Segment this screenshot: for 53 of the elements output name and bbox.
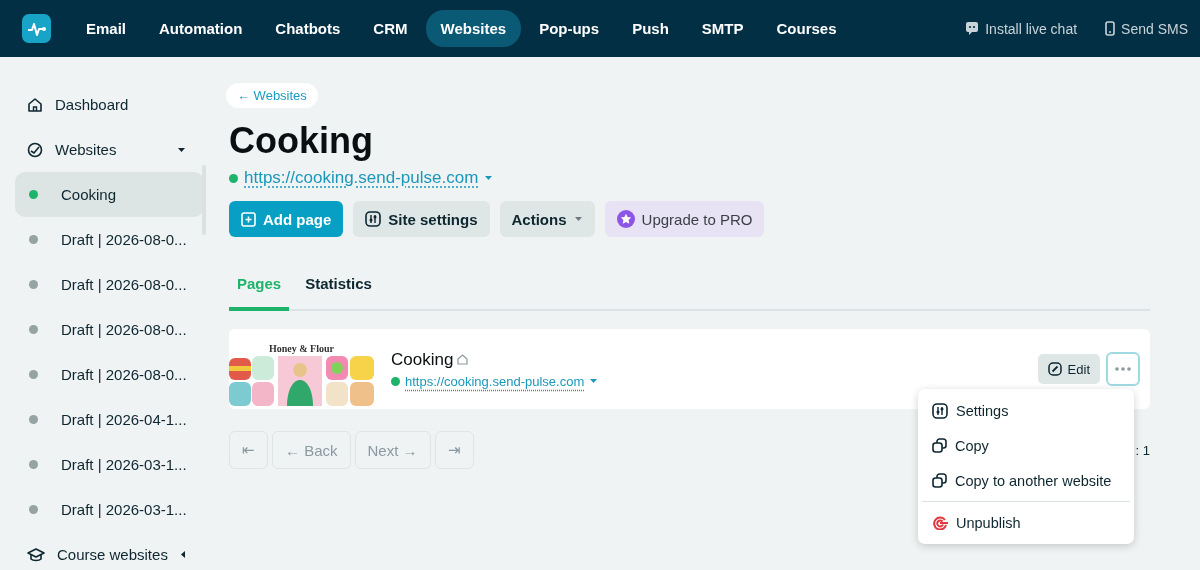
sidebar-item[interactable]: Draft | 2026-04-1...: [15, 397, 204, 442]
sidebar-item[interactable]: Draft | 2026-08-0...: [15, 352, 204, 397]
tab[interactable]: Statistics: [297, 267, 380, 311]
nav-tab[interactable]: Pop-ups: [524, 10, 615, 47]
phone-icon: [1105, 21, 1116, 36]
menu-item[interactable]: Copy: [918, 428, 1134, 463]
add-icon: [241, 211, 256, 227]
sidebar-item[interactable]: Draft | 2026-08-0...: [15, 307, 204, 352]
pencil-icon: [1047, 362, 1062, 376]
sidebar-item[interactable]: Draft | 2026-08-0...: [15, 262, 204, 307]
nav-tab[interactable]: Websites: [425, 10, 522, 47]
sidebar-item[interactable]: Course websites: [15, 532, 204, 570]
target-icon: [932, 515, 948, 530]
nav-tab[interactable]: Automation: [144, 10, 258, 47]
chat-bubble-icon: [965, 21, 980, 36]
caret-icon: [573, 216, 583, 222]
top-link[interactable]: Send SMS: [1105, 20, 1188, 37]
sidebar-item[interactable]: Dashboard: [15, 82, 204, 127]
menu-item[interactable]: Settings: [918, 393, 1134, 428]
pulse-line-icon: [26, 20, 47, 37]
top-link[interactable]: Install live chat: [965, 20, 1078, 37]
graduation-cap-icon: [27, 546, 45, 563]
nav-tab[interactable]: CRM: [358, 10, 423, 47]
nav-tab[interactable]: Courses: [761, 10, 852, 47]
nav-tab[interactable]: Email: [71, 10, 142, 47]
thumbnail-title: Honey & Flour: [268, 343, 335, 354]
page-title: Cooking: [229, 120, 374, 162]
more-icon: [1115, 367, 1131, 371]
page-name: Cooking: [391, 349, 454, 370]
nav-tab[interactable]: SMTP: [686, 10, 759, 47]
sidebar-item[interactable]: Draft | 2026-03-1...: [15, 487, 204, 532]
page-count: : 1: [1135, 442, 1150, 458]
caret-icon: [484, 175, 494, 181]
menu-item[interactable]: Unpublish: [918, 505, 1134, 540]
copy-icon: [932, 438, 947, 453]
toolbar-button[interactable]: Actions: [499, 201, 595, 237]
sidebar-item[interactable]: Cooking: [15, 172, 204, 217]
more-button[interactable]: [1106, 352, 1140, 386]
copy-icon: [932, 473, 947, 488]
caret-icon: [589, 378, 599, 384]
globe-check-icon: [27, 141, 43, 158]
page-link[interactable]: https://cooking.send-pulse.com: [405, 373, 585, 389]
nav-tab[interactable]: Chatbots: [260, 10, 356, 47]
nav-tab[interactable]: Push: [617, 10, 684, 47]
toolbar-button[interactable]: Upgrade to PRO: [604, 201, 765, 237]
home-icon: [27, 96, 43, 113]
toolbar-button[interactable]: Site settings: [353, 201, 490, 237]
sidebar-item[interactable]: Websites: [15, 127, 204, 172]
sidebar-item[interactable]: Draft | 2026-03-1...: [15, 442, 204, 487]
edit-button[interactable]: Edit: [1037, 354, 1100, 384]
sliders-icon: [365, 211, 382, 227]
menu-item[interactable]: Copy to another website: [918, 463, 1134, 498]
sliders-icon: [932, 402, 948, 419]
